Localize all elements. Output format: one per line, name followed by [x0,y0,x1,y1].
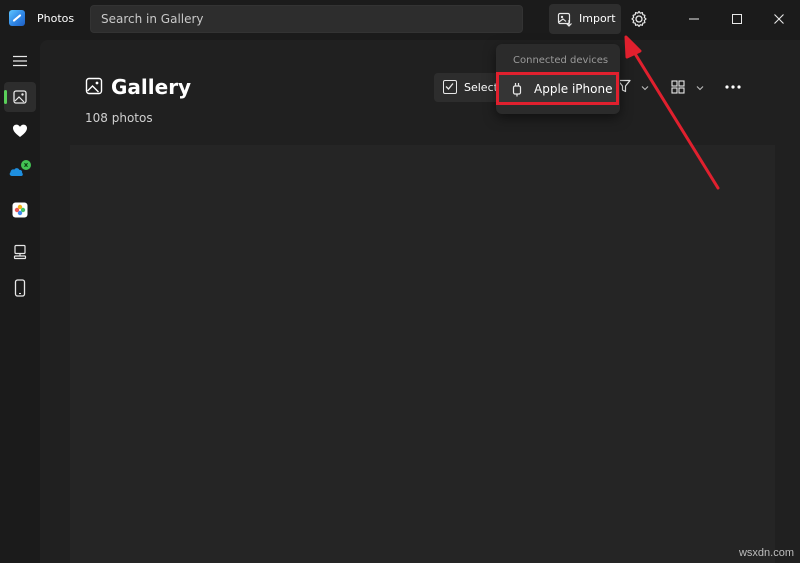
page-title: Gallery [111,75,192,99]
pc-icon [13,244,27,260]
active-indicator [4,90,7,104]
sidebar-item-phone[interactable] [4,273,36,303]
usb-device-icon [512,83,522,97]
title-bar: Photos Search in Gallery Import [0,0,800,40]
import-icon [557,12,572,27]
more-dots-icon[interactable] [724,84,742,90]
maximize-button[interactable] [719,6,755,32]
select-button[interactable]: Select [434,73,504,102]
photos-logo-icon [9,10,25,26]
sidebar-item-this-pc[interactable] [4,237,36,267]
app-title: Photos [37,12,75,25]
gallery-icon [13,90,27,104]
dropdown-header: Connected devices [513,55,609,66]
chevron-down-icon[interactable] [695,83,705,93]
phone-icon [14,279,26,297]
view-layout-icon[interactable] [671,80,685,94]
cloud-icon [9,160,31,176]
checkbox-icon [443,80,457,94]
search-input[interactable]: Search in Gallery [90,5,523,33]
device-item-apple-iphone[interactable]: Apple iPhone [496,72,619,105]
import-button[interactable]: Import [549,4,621,34]
gallery-grid [70,145,775,563]
device-label: Apple iPhone [534,82,613,96]
import-label: Import [579,12,616,25]
maximize-icon [732,14,742,24]
gallery-icon [85,77,103,95]
icloud-photos-icon [12,202,28,218]
minimize-icon [689,18,699,20]
menu-button[interactable] [4,46,36,76]
sidebar-item-favorites[interactable] [4,116,36,146]
select-label: Select [464,81,498,94]
gear-icon[interactable] [628,8,650,30]
close-button[interactable] [761,6,797,32]
heart-icon [13,124,27,137]
search-placeholder: Search in Gallery [101,12,204,26]
close-icon [774,14,784,24]
sidebar-item-onedrive[interactable] [4,154,36,184]
chevron-down-icon[interactable] [640,83,650,93]
left-nav-rail [0,40,40,563]
main-content: Gallery 108 photos Select [40,40,800,563]
minimize-button[interactable] [676,6,712,32]
photo-count: 108 photos [85,111,153,125]
sidebar-item-gallery[interactable] [4,82,36,112]
hamburger-icon [13,55,27,67]
watermark: wsxdn.com [738,547,794,559]
sidebar-item-icloud[interactable] [4,195,36,225]
